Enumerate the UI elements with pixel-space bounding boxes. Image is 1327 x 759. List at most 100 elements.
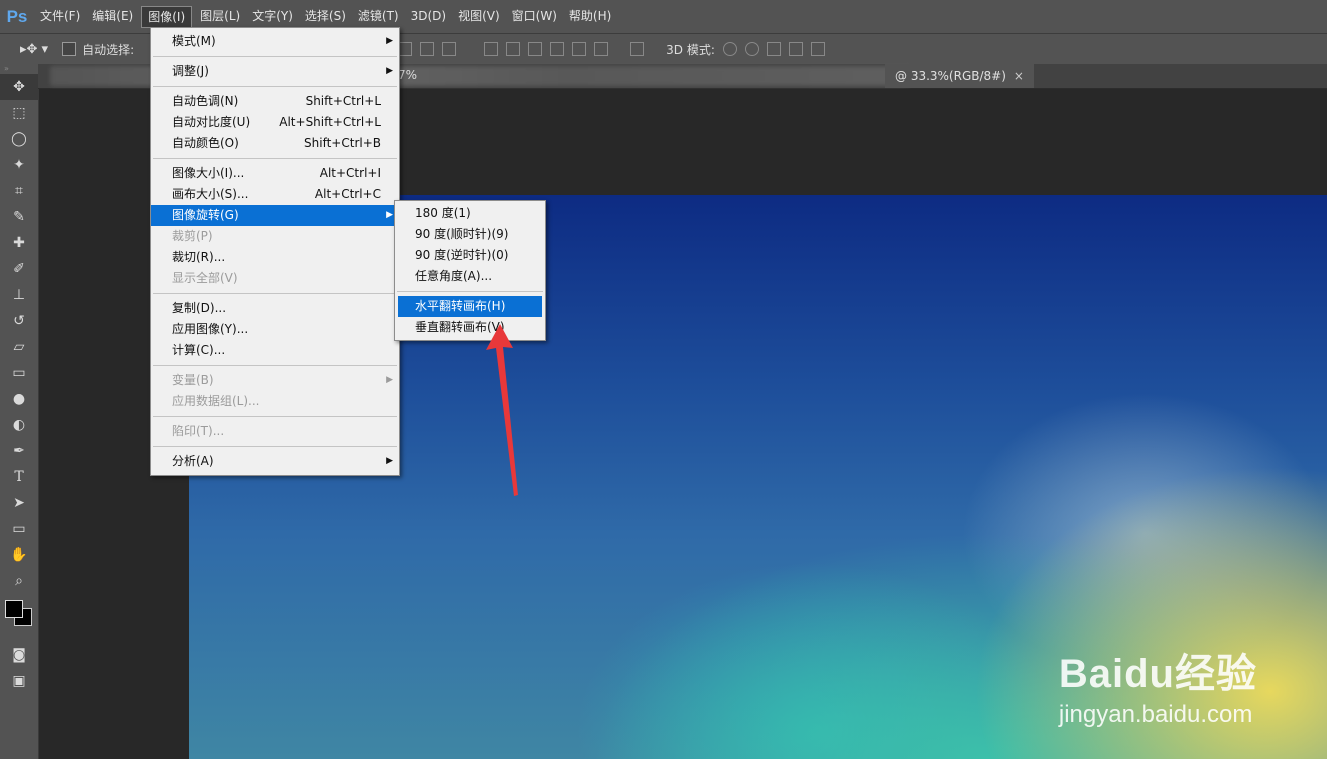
move-tool-icon[interactable]: ✥ [0, 74, 38, 100]
menu-item-image-size[interactable]: 图像大小(I)... Alt+Ctrl+I [151, 163, 399, 184]
submenu-item-rotate-180[interactable]: 180 度(1) [395, 203, 545, 224]
eraser-tool-icon[interactable]: ▱ [0, 334, 38, 360]
menu-item-trim[interactable]: 裁切(R)... [151, 247, 399, 268]
menu-image[interactable]: 图像(I) [141, 5, 193, 28]
align-middle-icon[interactable] [420, 42, 435, 56]
path-selection-tool-icon[interactable]: ➤ [0, 490, 38, 516]
submenu-arrow-icon: ▶ [386, 36, 393, 46]
menu-item-adjustments[interactable]: 调整(J) ▶ [151, 61, 399, 82]
foreground-color-swatch[interactable] [5, 600, 23, 618]
menu-item-shortcut: Shift+Ctrl+B [304, 136, 381, 150]
3d-pan-icon[interactable] [766, 42, 781, 56]
marquee-tool-icon[interactable]: ⬚ [0, 100, 38, 126]
menu-3d[interactable]: 3D(D) [405, 0, 452, 33]
menu-item-auto-contrast[interactable]: 自动对比度(U) Alt+Shift+Ctrl+L [151, 112, 399, 133]
healing-brush-tool-icon[interactable]: ✚ [0, 230, 38, 256]
menu-item-shortcut: Alt+Ctrl+I [319, 166, 381, 180]
submenu-item-rotate-90-cw[interactable]: 90 度(顺时针)(9) [395, 224, 545, 245]
distribute-right-icon[interactable] [528, 42, 543, 56]
menu-edit[interactable]: 编辑(E) [86, 0, 139, 33]
auto-select-checkbox[interactable] [62, 42, 77, 56]
menu-item-canvas-size[interactable]: 画布大小(S)... Alt+Ctrl+C [151, 184, 399, 205]
menu-item-label: 裁剪(P) [172, 229, 213, 243]
gradient-tool-icon[interactable]: ▭ [0, 360, 38, 386]
color-swatches[interactable] [0, 594, 38, 642]
lasso-tool-icon[interactable]: ◯ [0, 126, 38, 152]
submenu-arrow-icon: ▶ [386, 456, 393, 466]
menu-item-label: 计算(C)... [172, 343, 226, 357]
submenu-item-flip-horizontal[interactable]: 水平翻转画布(H) [398, 296, 542, 317]
menu-item-label: 图像旋转(G) [172, 208, 239, 222]
menu-item-shortcut: Alt+Shift+Ctrl+L [279, 115, 381, 129]
menu-item-calculations[interactable]: 计算(C)... [151, 340, 399, 361]
3d-slide-icon[interactable] [788, 42, 803, 56]
menu-item-label: 自动对比度(U) [172, 115, 251, 129]
align-top-icon[interactable] [398, 42, 413, 56]
close-icon[interactable]: × [1014, 69, 1024, 83]
menu-item-label: 自动颜色(O) [172, 136, 239, 150]
menu-item-label: 裁切(R)... [172, 250, 226, 264]
document-tab[interactable]: @ 33.3%(RGB/8#) × [885, 64, 1034, 88]
screen-mode-icon[interactable]: ▣ [0, 668, 38, 694]
submenu-arrow-icon: ▶ [386, 375, 393, 385]
menu-item-trap[interactable]: 陷印(T)... [151, 421, 399, 442]
menu-item-reveal-all[interactable]: 显示全部(V) [151, 268, 399, 289]
menu-item-shortcut: Alt+Ctrl+C [314, 187, 381, 201]
crop-tool-icon[interactable]: ⌗ [0, 178, 38, 204]
distribute-top-icon[interactable] [550, 42, 565, 56]
menu-separator [153, 56, 397, 57]
history-brush-tool-icon[interactable]: ↺ [0, 308, 38, 334]
red-annotation-arrow [486, 324, 518, 496]
menu-item-label: 应用数据组(L)... [172, 394, 260, 408]
distribute-left-icon[interactable] [484, 42, 499, 56]
menu-item-duplicate[interactable]: 复制(D)... [151, 298, 399, 319]
eyedropper-tool-icon[interactable]: ✎ [0, 204, 38, 230]
menu-item-crop[interactable]: 裁剪(P) [151, 226, 399, 247]
blur-tool-icon[interactable]: ● [0, 386, 38, 412]
zoom-tool-icon[interactable]: ⌕ [0, 568, 38, 594]
menu-window[interactable]: 窗口(W) [506, 0, 563, 33]
distribute-bottom-icon[interactable] [594, 42, 609, 56]
type-tool-icon[interactable]: T [0, 464, 38, 490]
brush-tool-icon[interactable]: ✐ [0, 256, 38, 282]
3d-scale-icon[interactable] [810, 42, 825, 56]
tools-panel: » ✥ ⬚ ◯ ✦ ⌗ ✎ ✚ ✐ ⊥ ↺ ▱ ▭ ● ◐ ✒ T ➤ ▭ ✋ … [0, 64, 39, 759]
menu-item-image-rotation[interactable]: 图像旋转(G) ▶ [151, 205, 399, 226]
menu-help[interactable]: 帮助(H) [563, 0, 617, 33]
auto-align-icon[interactable] [630, 42, 645, 56]
menu-item-variables[interactable]: 变量(B) ▶ [151, 370, 399, 391]
menu-item-auto-color[interactable]: 自动颜色(O) Shift+Ctrl+B [151, 133, 399, 154]
menu-file[interactable]: 文件(F) [34, 0, 86, 33]
menu-item-label: 自动色调(N) [172, 94, 239, 108]
menu-item-label: 分析(A) [172, 454, 214, 468]
menu-separator [153, 416, 397, 417]
menu-item-label: 图像大小(I)... [172, 166, 245, 180]
clone-stamp-tool-icon[interactable]: ⊥ [0, 282, 38, 308]
menu-item-label: 陷印(T)... [172, 424, 225, 438]
3d-roll-icon[interactable] [744, 42, 759, 56]
move-tool-icon[interactable]: ▸✥ ▾ [20, 42, 48, 57]
menu-item-apply-image[interactable]: 应用图像(Y)... [151, 319, 399, 340]
distribute-middle-icon[interactable] [572, 42, 587, 56]
menu-item-label: 复制(D)... [172, 301, 227, 315]
magic-wand-tool-icon[interactable]: ✦ [0, 152, 38, 178]
auto-select-dropdown[interactable] [134, 42, 144, 56]
submenu-item-rotate-90-ccw[interactable]: 90 度(逆时针)(0) [395, 245, 545, 266]
hand-tool-icon[interactable]: ✋ [0, 542, 38, 568]
menu-separator [397, 291, 543, 292]
submenu-item-arbitrary[interactable]: 任意角度(A)... [395, 266, 545, 287]
baidu-watermark: Baidu经验 jingyan.baidu.com [1059, 641, 1257, 729]
menu-view[interactable]: 视图(V) [452, 0, 506, 33]
menu-item-label: 显示全部(V) [172, 271, 238, 285]
menu-item-auto-tone[interactable]: 自动色调(N) Shift+Ctrl+L [151, 91, 399, 112]
menu-item-apply-data-set[interactable]: 应用数据组(L)... [151, 391, 399, 412]
menu-item-mode[interactable]: 模式(M) ▶ [151, 31, 399, 52]
quick-mask-icon[interactable]: ◙ [0, 642, 38, 668]
shape-tool-icon[interactable]: ▭ [0, 516, 38, 542]
align-bottom-icon[interactable] [442, 42, 457, 56]
dodge-tool-icon[interactable]: ◐ [0, 412, 38, 438]
distribute-center-icon[interactable] [506, 42, 521, 56]
menu-item-analysis[interactable]: 分析(A) ▶ [151, 451, 399, 472]
pen-tool-icon[interactable]: ✒ [0, 438, 38, 464]
3d-rotate-icon[interactable] [722, 42, 737, 56]
